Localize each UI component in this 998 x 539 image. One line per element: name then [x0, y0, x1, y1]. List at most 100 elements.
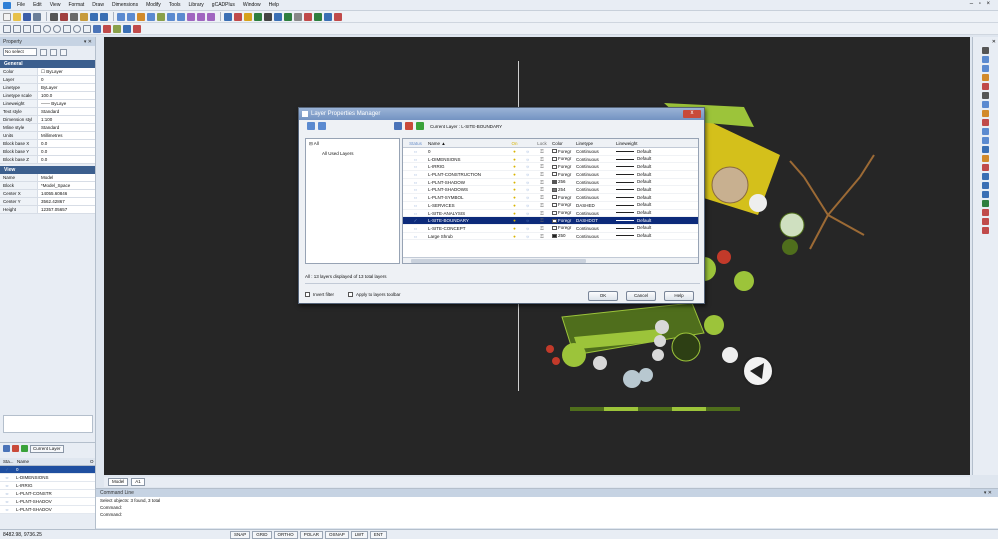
layer-lineweight[interactable]: Default [614, 156, 656, 163]
unlock-icon[interactable]: ⚿ [532, 171, 550, 178]
checkbox-box[interactable] [348, 292, 354, 298]
multiline-text-icon[interactable] [93, 24, 101, 33]
col-on[interactable]: On [506, 139, 521, 147]
freeze-sun-icon[interactable]: ☼ [521, 163, 532, 170]
view-group-header[interactable]: View [0, 166, 95, 174]
layer-linetype[interactable]: Continuous [574, 210, 614, 217]
unlock-icon[interactable]: ⚿ [532, 186, 550, 193]
property-row[interactable]: Center Y 3562.42867 [0, 198, 95, 206]
property-row[interactable]: Units Millimetres [0, 132, 95, 140]
lightbulb-icon[interactable] [87, 506, 95, 513]
col-linetype[interactable]: Linetype [574, 139, 614, 147]
zoom-realtime-icon[interactable] [117, 12, 125, 21]
copy-object-icon[interactable] [982, 56, 989, 63]
property-value[interactable]: ☐ ByLayer [38, 68, 95, 75]
menu-library[interactable]: Library [189, 2, 204, 8]
col-freeze[interactable] [521, 139, 532, 147]
lightbulb-icon[interactable] [87, 498, 95, 505]
layer-row[interactable]: ⇔ L-SERVICES ● ☼ ⚿ Foregr DASHED Default [403, 202, 698, 210]
layer-linetype[interactable]: Continuous [574, 163, 614, 170]
layer-color[interactable]: Foregr [550, 171, 574, 178]
menu-help[interactable]: Help [269, 2, 279, 8]
lightbulb-icon[interactable]: ● [506, 202, 521, 209]
layer-linetype[interactable]: Continuous [574, 156, 614, 163]
property-value[interactable]: 0.0 [38, 140, 95, 147]
layer-row[interactable]: ⇔ L-SITE-CONCEPT ● ☼ ⚿ Foregr Continuous Defaul… [403, 225, 698, 233]
property-row[interactable]: Block *Model_Space [0, 182, 95, 190]
layer-lineweight[interactable]: Default [614, 225, 656, 232]
col-status[interactable]: Status [403, 139, 426, 147]
join-icon[interactable] [982, 218, 989, 225]
lwt-toggle[interactable]: LWT [350, 530, 368, 539]
grid-toggle[interactable]: GRID [252, 530, 272, 539]
lightbulb-icon[interactable]: ● [506, 210, 521, 217]
general-group-header[interactable]: General [0, 60, 95, 68]
layer-row[interactable]: ⇔ L-DIMENSIONS ● ☼ ⚿ Foregr Continuous Default [403, 156, 698, 164]
save-all-icon[interactable] [33, 12, 41, 21]
lightbulb-icon[interactable] [87, 482, 95, 489]
layer-mini-row[interactable]: ⇔ L-PLNT-CONSTR [0, 490, 95, 498]
layer-color[interactable]: 250 [550, 233, 574, 240]
match-properties-icon[interactable] [197, 12, 205, 21]
property-row[interactable]: Linetype scale 100.0 [0, 92, 95, 100]
lightbulb-icon[interactable]: ● [506, 156, 521, 163]
polygon-icon[interactable] [33, 24, 41, 33]
unlock-icon[interactable]: ⚿ [532, 217, 550, 224]
property-row[interactable]: Block base X 0.0 [0, 140, 95, 148]
hatch-icon[interactable] [284, 12, 292, 21]
layer-row[interactable]: ⇔ 0 ● ☼ ⚿ Foregr Continuous Default [403, 148, 698, 156]
window-controls[interactable]: – ▫ × [970, 1, 992, 7]
col-color[interactable]: Color [550, 139, 574, 147]
property-value[interactable]: 14055.60846 [38, 190, 95, 197]
distance-icon[interactable] [224, 12, 232, 21]
line-icon[interactable] [3, 24, 11, 33]
menu-gcadplus[interactable]: gCADPlus [212, 2, 235, 8]
lightbulb-icon[interactable] [87, 490, 95, 497]
toolbar-close-icon[interactable]: ✕ [992, 39, 996, 45]
insert-block-icon[interactable] [103, 24, 111, 33]
layer-lineweight[interactable]: Default [614, 194, 656, 201]
paste-icon[interactable] [80, 12, 88, 21]
unlock-icon[interactable]: ⚿ [532, 202, 550, 209]
layer-color[interactable]: Foregr [550, 148, 574, 155]
menu-draw[interactable]: Draw [92, 2, 104, 8]
layer-lineweight[interactable]: Default [614, 186, 656, 193]
rectangle-icon[interactable] [63, 24, 71, 33]
property-row[interactable]: Name Model [0, 174, 95, 182]
property-value[interactable]: 0 [38, 76, 95, 83]
save-icon[interactable] [23, 12, 31, 21]
properties-icon[interactable] [187, 12, 195, 21]
dialog-close-button[interactable]: x [683, 110, 701, 118]
property-value[interactable]: Standard [38, 108, 95, 115]
property-value[interactable]: Model [38, 174, 95, 181]
command-input[interactable]: Command: [96, 511, 998, 518]
property-value[interactable]: Standard [38, 124, 95, 131]
table-icon[interactable] [324, 12, 332, 21]
ellipse-icon[interactable] [73, 24, 81, 33]
lightbulb-icon[interactable]: ● [506, 171, 521, 178]
layer-lineweight[interactable]: Default [614, 163, 656, 170]
menu-file[interactable]: File [17, 2, 25, 8]
freeze-sun-icon[interactable]: ☼ [521, 225, 532, 232]
rotate-icon[interactable] [982, 101, 989, 108]
scale-icon[interactable] [982, 110, 989, 117]
polyline-icon[interactable] [23, 24, 31, 33]
point-icon[interactable] [123, 24, 131, 33]
divide-icon[interactable] [982, 200, 989, 207]
new-layer-icon[interactable] [3, 445, 10, 452]
freeze-sun-icon[interactable]: ☼ [521, 148, 532, 155]
property-value[interactable]: 3562.42867 [38, 198, 95, 205]
offset-icon[interactable] [982, 74, 989, 81]
layer-linetype[interactable]: Continuous [574, 225, 614, 232]
pickadd-icon[interactable] [60, 48, 67, 56]
copy-icon[interactable] [70, 12, 78, 21]
edit-polyline-icon[interactable] [982, 182, 989, 189]
layer-row[interactable]: ⇔ L-PLNT-CONSTRUCTION ● ☼ ⚿ Foregr Continuous D… [403, 171, 698, 179]
array-icon[interactable] [982, 83, 989, 90]
property-value[interactable]: Millimetres [38, 132, 95, 139]
layer-mini-row[interactable]: ⇔ L-PLNT-SHADOV [0, 498, 95, 506]
layer-color[interactable]: Foregr [550, 156, 574, 163]
property-row[interactable]: Linetype ByLayer [0, 84, 95, 92]
command-panel-controls-icon[interactable]: ▾ ✕ [984, 489, 992, 497]
menu-modify[interactable]: Modify [146, 2, 161, 8]
